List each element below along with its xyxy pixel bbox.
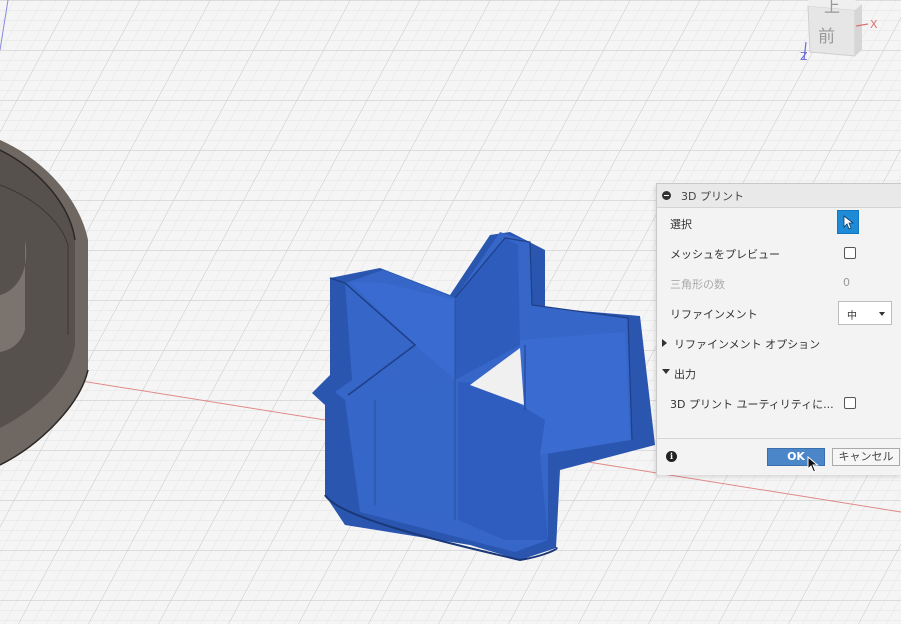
cancel-button[interactable]: キャンセル [832, 448, 900, 466]
print-utility-label: 3D プリント ユーティリティに... [670, 398, 834, 411]
refinement-value: 中 [847, 311, 857, 322]
refinement-options-toggle[interactable]: リファインメント オプション [674, 336, 820, 352]
axis-label-x: X [870, 18, 878, 31]
collapse-icon[interactable] [662, 191, 671, 200]
axis-label-z: Z [800, 50, 808, 63]
mouse-pointer-icon [807, 456, 819, 473]
select-body-button[interactable] [837, 210, 859, 234]
triangle-count-value: 0 [843, 276, 850, 289]
triangle-count-label: 三角形の数 [670, 278, 725, 291]
dialog-footer: i OK キャンセル [657, 438, 901, 475]
cursor-arrow-icon [843, 215, 854, 230]
mesh-preview-label: メッシュをプレビュー [670, 248, 780, 261]
expand-right-icon[interactable] [662, 339, 667, 347]
3d-print-dialog: 3D プリント 選択 メッシュをプレビュー 三角形の数 0 リファインメント 中… [656, 183, 901, 475]
print-utility-checkbox[interactable] [844, 397, 856, 409]
mesh-preview-checkbox[interactable] [844, 247, 856, 259]
info-icon[interactable]: i [666, 451, 677, 462]
viewcube[interactable]: 上 前 X Z [800, 0, 901, 66]
chevron-down-icon [879, 312, 885, 316]
refinement-label: リファインメント [670, 308, 758, 321]
dialog-header: 3D プリント [657, 184, 901, 208]
refinement-dropdown[interactable]: 中 [838, 301, 892, 325]
viewcube-top-face[interactable]: 上 [824, 0, 840, 17]
output-section-toggle[interactable]: 出力 [674, 366, 696, 382]
viewcube-front-face[interactable]: 前 [818, 22, 835, 47]
collapse-down-icon[interactable] [662, 369, 670, 374]
dialog-title: 3D プリント [681, 190, 744, 203]
select-label: 選択 [670, 218, 692, 231]
